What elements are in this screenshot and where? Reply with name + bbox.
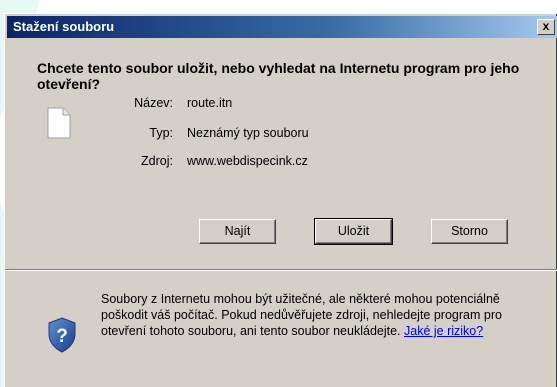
cancel-button[interactable]: Storno <box>431 219 508 244</box>
title-bar[interactable]: Stažení souboru x <box>7 16 557 38</box>
risk-link[interactable]: Jaké je riziko? <box>404 324 483 338</box>
type-value: Neznámý typ souboru <box>187 126 309 140</box>
type-label: Typ: <box>149 126 173 140</box>
close-button[interactable]: x <box>537 19 555 35</box>
find-button[interactable]: Najít <box>199 219 276 244</box>
shield-question-icon: ? <box>48 317 76 353</box>
svg-text:?: ? <box>56 326 68 347</box>
source-label: Zdroj: <box>141 154 173 168</box>
warning-text: Soubory z Internetu mohou být užitečné, … <box>101 291 541 339</box>
download-dialog: Stažení souboru x Chcete tento soubor ul… <box>4 13 557 387</box>
close-icon: x <box>542 19 550 33</box>
save-button[interactable]: Uložit <box>314 218 393 245</box>
dialog-title: Stažení souboru <box>13 19 115 34</box>
question-text: Chcete tento soubor uložit, nebo vyhleda… <box>37 60 520 92</box>
name-label: Název: <box>134 96 173 110</box>
file-icon <box>47 107 71 139</box>
name-value: route.itn <box>187 96 233 110</box>
source-value: www.webdispecink.cz <box>187 154 308 168</box>
separator <box>5 269 557 271</box>
